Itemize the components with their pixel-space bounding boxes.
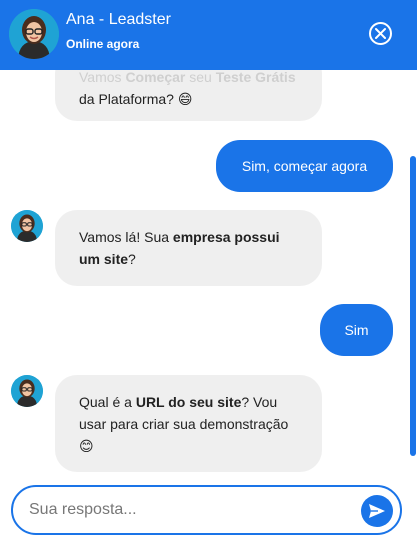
- user-message: Sim, começar agora: [216, 140, 393, 192]
- bot-message: Vamos lá! Sua empresa possui um site?: [55, 210, 322, 286]
- message-text-fragment: da Plataforma?: [79, 91, 178, 107]
- agent-status: Online agora: [66, 37, 140, 51]
- close-icon: [375, 28, 386, 39]
- reply-input[interactable]: [29, 497, 349, 523]
- send-icon: [369, 504, 385, 518]
- message-text: Sim, começar agora: [241, 158, 368, 174]
- message-text-fragment: Teste Grátis: [215, 70, 296, 85]
- reply-box: [11, 485, 402, 535]
- bot-message: Qual é a URL do seu site? Vou usar para …: [55, 375, 322, 472]
- message-text-fragment: Começar: [125, 70, 186, 85]
- send-button[interactable]: [361, 495, 393, 527]
- chat-header: Ana - Leadster Online agora: [0, 0, 417, 70]
- agent-name: Ana - Leadster: [66, 11, 171, 28]
- close-button[interactable]: [369, 22, 392, 45]
- smile-emoji-icon: 😄: [177, 92, 193, 108]
- agent-avatar: [9, 9, 59, 59]
- message-text-fragment: Vamos: [79, 70, 126, 85]
- message-text-fragment: Sua: [144, 229, 173, 245]
- message-text-fragment: URL do seu site: [135, 394, 242, 410]
- message-list[interactable]: Vamos Começar seu Teste Grátis da Plataf…: [0, 70, 417, 478]
- message-text: Sim: [344, 322, 369, 338]
- bot-avatar: [11, 210, 43, 242]
- user-message: Sim: [320, 304, 393, 356]
- message-text-fragment: Qual é a: [79, 394, 136, 410]
- message-text-fragment: ?: [128, 251, 136, 267]
- bot-avatar: [11, 375, 43, 407]
- blush-emoji-icon: 😊: [79, 439, 94, 455]
- bot-message: Vamos Começar seu Teste Grátis da Plataf…: [55, 70, 322, 121]
- scrollbar[interactable]: [410, 156, 416, 456]
- message-text-fragment: seu: [185, 70, 216, 85]
- message-text-fragment: Vamos lá!: [79, 229, 145, 245]
